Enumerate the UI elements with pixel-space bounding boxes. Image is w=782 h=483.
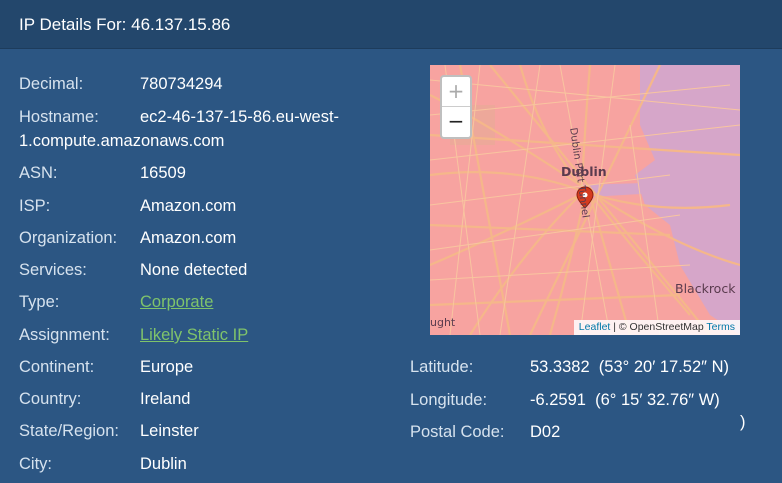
- continent-value: Europe: [140, 358, 194, 376]
- asn-label: ASN:: [19, 164, 58, 182]
- asn-value: 16509: [140, 164, 186, 182]
- state-value: Leinster: [140, 422, 199, 440]
- longitude-label: Longitude:: [410, 391, 488, 409]
- latitude-value: 53.3382 (53° 20′ 17.52″ N): [530, 358, 729, 376]
- state-label: State/Region:: [19, 422, 119, 440]
- country-label: Country:: [19, 390, 82, 408]
- zoom-in-button[interactable]: +: [442, 77, 470, 107]
- map-blackrock-label: Blackrock: [675, 281, 736, 296]
- decimal-value: 780734294: [140, 75, 223, 93]
- postal-value: D02: [530, 423, 561, 441]
- decimal-label: Decimal:: [19, 75, 84, 93]
- zoom-control: + −: [440, 75, 472, 139]
- services-value: None detected: [140, 261, 248, 279]
- zoom-out-button[interactable]: −: [442, 107, 470, 136]
- continent-label: Continent:: [19, 358, 95, 376]
- longitude-value: -6.2591 (6° 15′ 32.76″ W): [530, 391, 720, 409]
- postal-label: Postal Code:: [410, 423, 505, 441]
- country-value: Ireland: [140, 390, 191, 408]
- assignment-label: Assignment:: [19, 326, 110, 344]
- terms-link[interactable]: Terms: [706, 321, 735, 333]
- organization-value: Amazon.com: [140, 229, 237, 247]
- page-title: IP Details For: 46.137.15.86: [19, 15, 231, 34]
- hostname-value-line1: ec2-46-137-15-86.eu-west-: [140, 108, 340, 126]
- city-label: City:: [19, 455, 52, 473]
- leaflet-link[interactable]: Leaflet: [579, 321, 611, 333]
- isp-value: Amazon.com: [140, 197, 237, 215]
- attribution-text: | © OpenStreetMap: [610, 321, 707, 333]
- header-bar: IP Details For: 46.137.15.86: [0, 0, 782, 49]
- hostname-label: Hostname:: [19, 108, 99, 126]
- type-label: Type:: [19, 293, 60, 311]
- map-edge-label: ught: [430, 316, 456, 329]
- organization-label: Organization:: [19, 229, 118, 247]
- services-label: Services:: [19, 261, 87, 279]
- map-attribution: Leaflet | © OpenStreetMap Terms: [573, 320, 740, 335]
- city-value: Dublin: [140, 455, 187, 473]
- type-link[interactable]: Corporate: [140, 290, 213, 314]
- location-map[interactable]: Dublin Blackrock Dublin Port Tunnel ught…: [430, 65, 740, 335]
- stray-paren: ): [740, 413, 746, 431]
- latitude-label: Latitude:: [410, 358, 474, 376]
- hostname-value-line2: 1.compute.amazonaws.com: [19, 132, 225, 150]
- isp-label: ISP:: [19, 197, 51, 215]
- assignment-link[interactable]: Likely Static IP: [140, 323, 248, 347]
